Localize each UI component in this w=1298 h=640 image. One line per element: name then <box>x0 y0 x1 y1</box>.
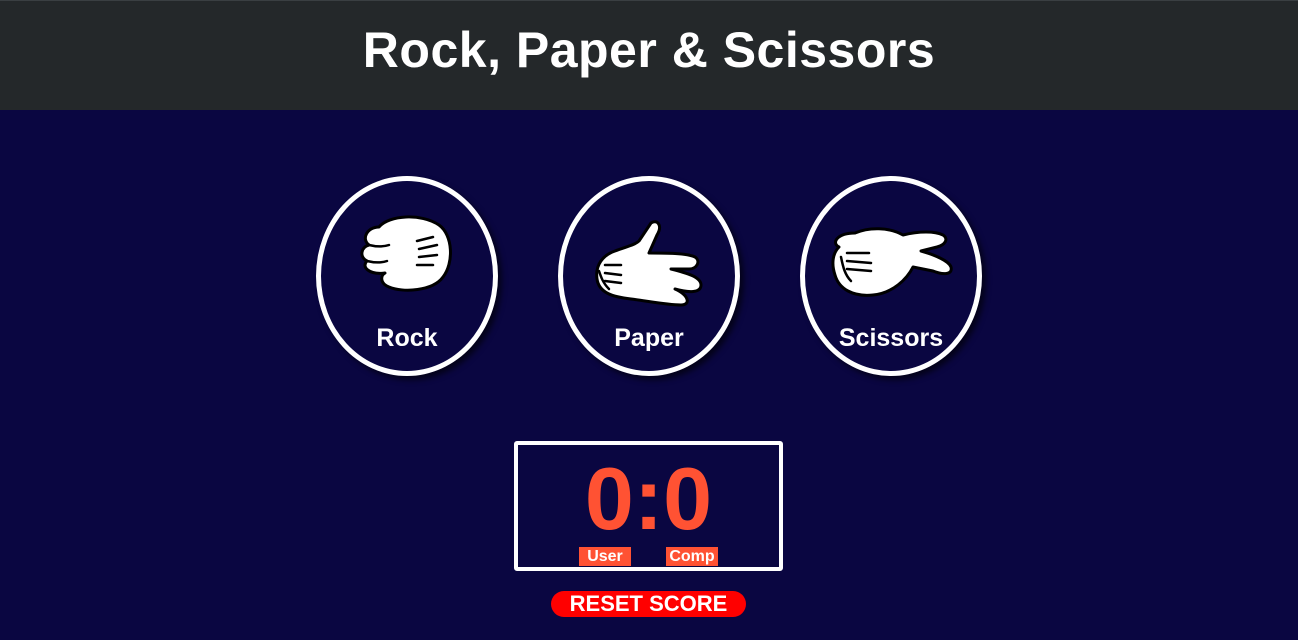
score-display: 0:0 <box>584 449 713 548</box>
reset-score-button[interactable]: RESET SCORE <box>551 591 746 617</box>
comp-score-badge: Comp <box>666 547 718 566</box>
scissors-hand-icon <box>831 227 953 297</box>
scoreboard: 0:0 User Comp <box>514 441 783 571</box>
rock-fist-icon <box>360 215 452 292</box>
paper-choice-button[interactable]: Paper <box>558 176 740 376</box>
page-title: Rock, Paper & Scissors <box>362 21 936 78</box>
rock-label: Rock <box>376 324 438 352</box>
scissors-label: Scissors <box>838 324 944 352</box>
scissors-choice-button[interactable]: Scissors <box>800 176 982 376</box>
paper-label: Paper <box>614 324 684 352</box>
app-header: Rock, Paper & Scissors <box>0 0 1298 110</box>
rock-choice-button[interactable]: Rock <box>316 176 498 376</box>
paper-hand-icon <box>595 220 703 307</box>
user-score-badge: User <box>579 547 631 566</box>
